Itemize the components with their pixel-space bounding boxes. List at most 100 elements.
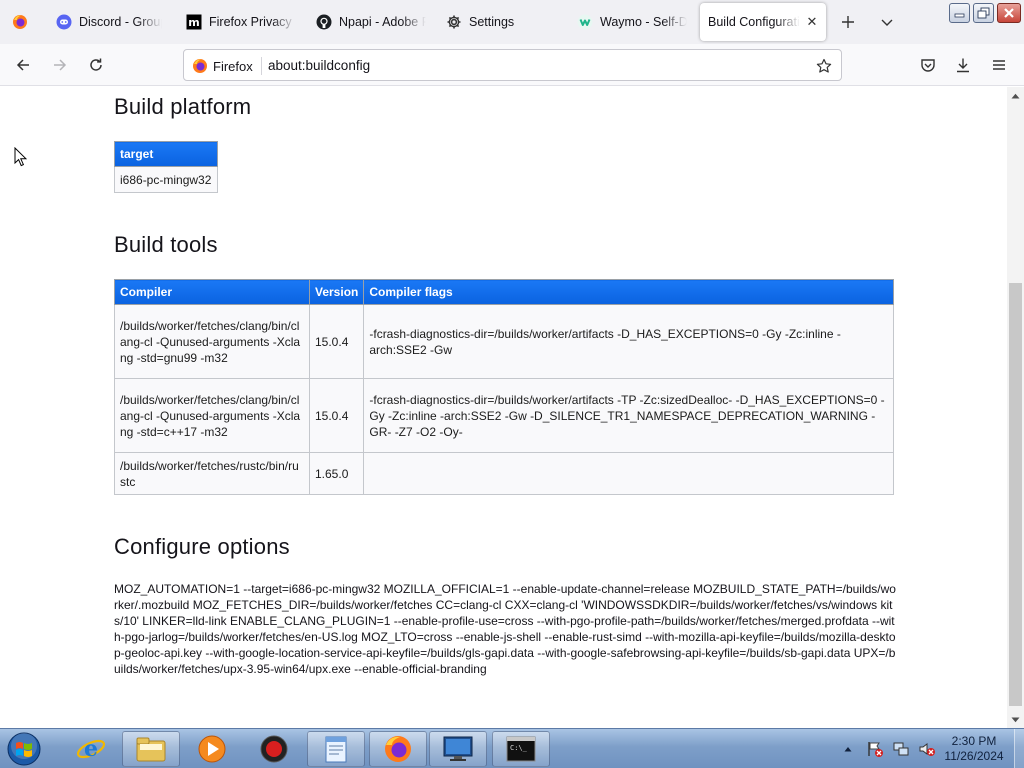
restore-icon bbox=[977, 7, 990, 19]
table-row: /builds/worker/fetches/clang/bin/clang-c… bbox=[114, 378, 894, 453]
show-desktop-button[interactable] bbox=[1014, 729, 1024, 768]
url-text[interactable]: about:buildconfig bbox=[268, 58, 370, 73]
hamburger-menu-icon bbox=[993, 60, 1005, 70]
taskbar-internet-explorer[interactable]: e bbox=[62, 731, 120, 767]
close-icon bbox=[1004, 8, 1014, 18]
svg-text:m: m bbox=[188, 16, 199, 29]
notepad-icon bbox=[325, 736, 347, 763]
forward-button[interactable] bbox=[47, 52, 73, 78]
firefox-icon bbox=[192, 58, 208, 74]
scroll-down-button[interactable] bbox=[1007, 711, 1024, 728]
windows-taskbar: e C:\_ 2:30 PM 11/26/2024 bbox=[0, 728, 1024, 768]
configure-options-heading: Configure options bbox=[114, 534, 290, 559]
mozilla-icon: m bbox=[186, 14, 202, 30]
identity-box[interactable]: Firefox bbox=[192, 57, 262, 75]
taskbar-command-prompt[interactable]: C:\_ bbox=[492, 731, 550, 767]
version-cell: 15.0.4 bbox=[308, 378, 365, 453]
build-platform-table: target i686-pc-mingw32 bbox=[114, 141, 218, 193]
list-all-tabs-button[interactable] bbox=[875, 10, 899, 34]
reload-button[interactable] bbox=[83, 52, 109, 78]
internet-explorer-icon: e bbox=[76, 736, 106, 762]
build-tools-heading: Build tools bbox=[114, 232, 218, 257]
tab-discord[interactable]: Discord - Group bbox=[56, 3, 162, 41]
record-icon bbox=[260, 735, 288, 763]
gear-icon bbox=[446, 14, 462, 30]
flags-cell: -fcrash-diagnostics-dir=/builds/worker/a… bbox=[363, 378, 894, 453]
compiler-flags-column-header: Compiler flags bbox=[363, 279, 894, 305]
arrow-left-icon bbox=[16, 59, 29, 71]
page-scrollbar[interactable] bbox=[1007, 87, 1024, 728]
bookmark-star-button[interactable] bbox=[813, 55, 835, 77]
waymo-icon bbox=[577, 14, 593, 30]
table-row: /builds/worker/fetches/rustc/bin/rustc 1… bbox=[114, 452, 894, 495]
tab-pinned-firefox[interactable] bbox=[8, 3, 32, 41]
tab-settings[interactable]: Settings bbox=[446, 3, 556, 41]
windows-start-orb-icon bbox=[7, 732, 41, 766]
pocket-icon bbox=[921, 59, 935, 72]
svg-text:C:\_: C:\_ bbox=[510, 744, 528, 752]
tab-build-configuration[interactable]: Build Configuratio ✕ bbox=[700, 3, 826, 41]
firefox-icon bbox=[12, 14, 28, 30]
identity-label: Firefox bbox=[213, 58, 253, 74]
taskbar-notepad[interactable] bbox=[307, 731, 365, 767]
firefox-icon bbox=[385, 736, 411, 762]
tab-waymo[interactable]: Waymo - Self-Dr bbox=[577, 3, 687, 41]
svg-text:e: e bbox=[84, 736, 98, 762]
show-hidden-icons-icon[interactable] bbox=[840, 746, 856, 752]
taskbar-clock[interactable]: 2:30 PM 11/26/2024 bbox=[936, 734, 1012, 764]
media-player-icon bbox=[198, 735, 226, 763]
system-tray bbox=[840, 733, 938, 765]
build-tools-table: Compiler Version Compiler flags /builds/… bbox=[114, 279, 894, 495]
network-icon[interactable] bbox=[892, 740, 912, 758]
minimize-icon bbox=[954, 13, 965, 18]
close-tab-icon[interactable]: ✕ bbox=[804, 14, 820, 30]
version-cell: 15.0.4 bbox=[308, 304, 365, 379]
new-tab-button[interactable] bbox=[836, 10, 860, 34]
version-cell: 1.65.0 bbox=[308, 452, 365, 495]
clock-date: 11/26/2024 bbox=[944, 749, 1004, 763]
star-icon bbox=[816, 58, 832, 73]
monitor-icon bbox=[443, 736, 473, 761]
target-value: i686-pc-mingw32 bbox=[114, 166, 218, 193]
back-button[interactable] bbox=[10, 52, 36, 78]
discord-icon bbox=[56, 14, 72, 30]
taskbar-recorder[interactable] bbox=[245, 731, 303, 767]
triangle-down-icon bbox=[1011, 717, 1020, 722]
target-header: target bbox=[114, 141, 218, 167]
restore-window-button[interactable] bbox=[973, 3, 994, 23]
configure-options-text: MOZ_AUTOMATION=1 --target=i686-pc-mingw3… bbox=[114, 582, 896, 676]
taskbar-file-explorer[interactable] bbox=[122, 731, 180, 767]
navigation-toolbar: Firefox about:buildconfig bbox=[0, 44, 1024, 86]
minimize-window-button[interactable] bbox=[949, 3, 970, 23]
folder-icon bbox=[136, 737, 166, 762]
scroll-up-button[interactable] bbox=[1007, 87, 1024, 104]
tab-title: Settings bbox=[469, 15, 515, 29]
start-button[interactable] bbox=[4, 730, 44, 768]
version-column-header: Version bbox=[308, 279, 365, 305]
taskbar-media-player[interactable] bbox=[183, 731, 241, 767]
pocket-button[interactable] bbox=[915, 52, 941, 78]
scrollbar-thumb[interactable] bbox=[1009, 283, 1022, 706]
reload-icon bbox=[90, 58, 102, 71]
compiler-column-header: Compiler bbox=[114, 279, 310, 305]
flags-cell: -fcrash-diagnostics-dir=/builds/worker/a… bbox=[363, 304, 894, 379]
app-menu-button[interactable] bbox=[986, 52, 1012, 78]
downloads-button[interactable] bbox=[950, 52, 976, 78]
compiler-cell: /builds/worker/fetches/rustc/bin/rustc bbox=[114, 452, 310, 495]
taskbar-remote-desktop[interactable] bbox=[429, 731, 487, 767]
taskbar-firefox[interactable] bbox=[369, 731, 427, 767]
flags-cell bbox=[363, 452, 894, 495]
terminal-icon: C:\_ bbox=[506, 736, 536, 762]
address-bar[interactable]: Firefox about:buildconfig bbox=[183, 49, 842, 81]
arrow-right-icon bbox=[54, 59, 67, 71]
mouse-cursor-icon bbox=[14, 146, 28, 172]
chevron-down-icon bbox=[881, 19, 893, 26]
triangle-up-icon bbox=[1011, 93, 1020, 98]
volume-muted-icon[interactable] bbox=[918, 740, 938, 758]
build-platform-heading: Build platform bbox=[114, 94, 252, 119]
close-window-button[interactable] bbox=[997, 3, 1021, 23]
tab-firefox-privacy[interactable]: m Firefox Privacy N bbox=[186, 3, 296, 41]
plus-icon bbox=[842, 16, 854, 28]
action-center-flag-icon[interactable] bbox=[866, 740, 886, 758]
tab-npapi[interactable]: Npapi - Adobe F bbox=[316, 3, 426, 41]
